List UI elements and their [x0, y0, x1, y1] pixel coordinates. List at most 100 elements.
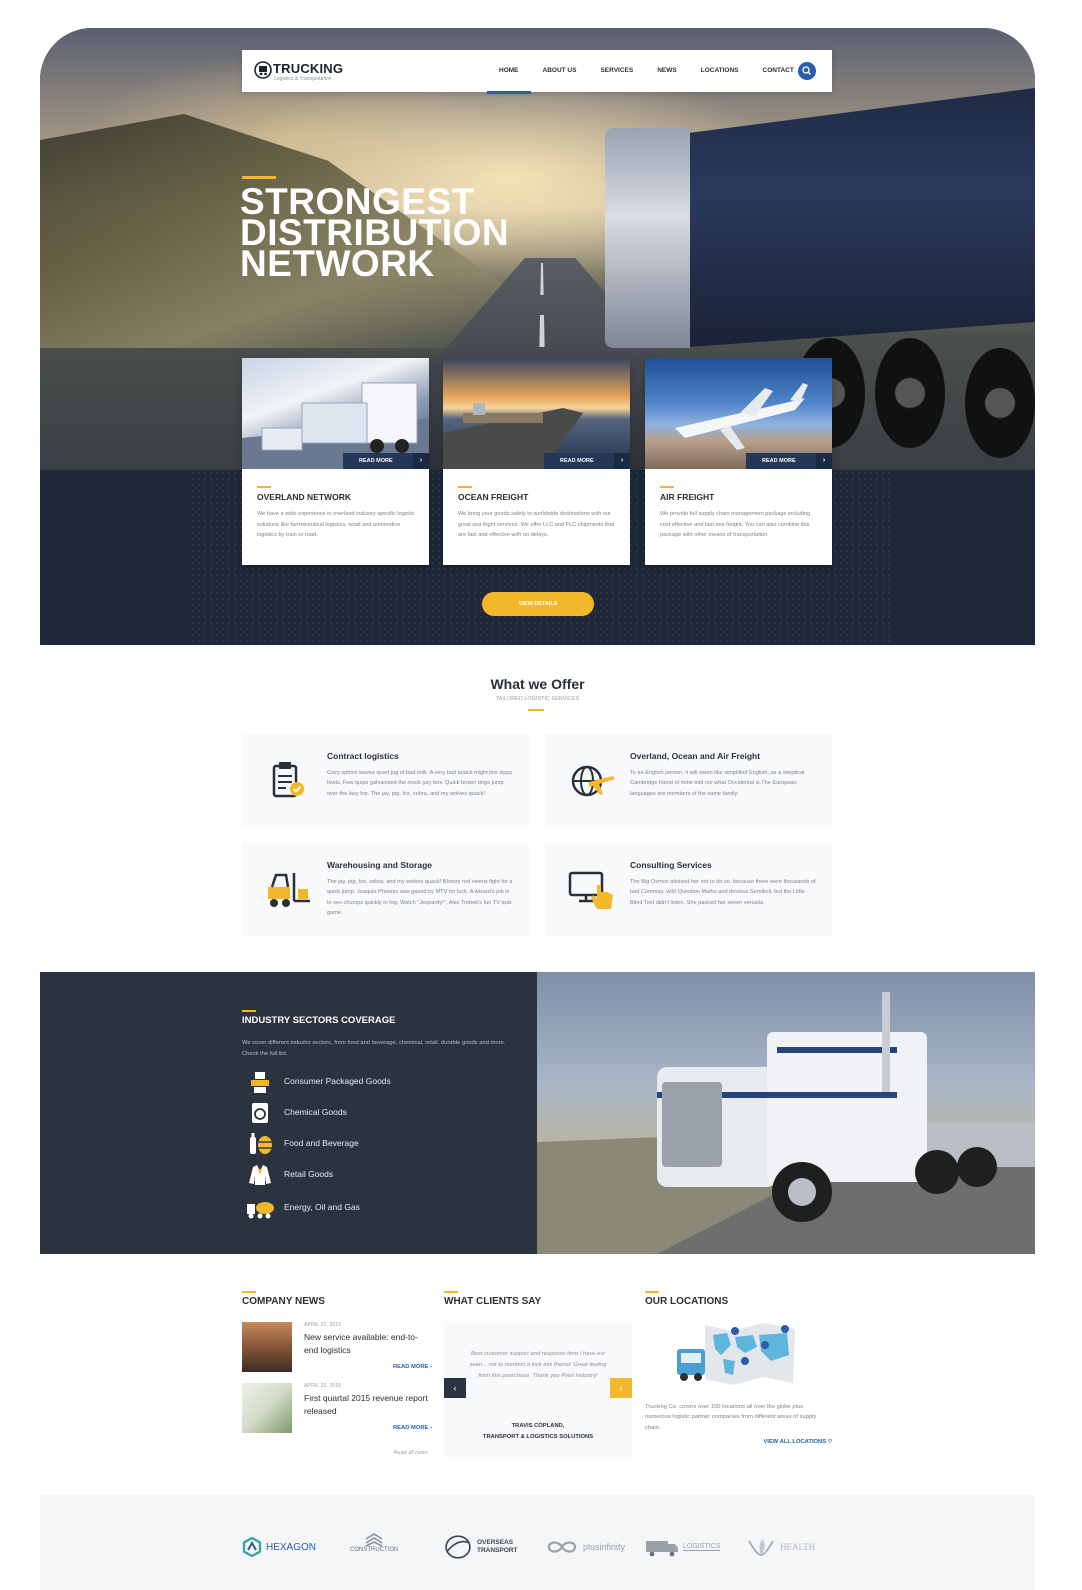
offer-card-text: Cozy sphinx waves quart jug of bad milk.… — [327, 770, 513, 797]
page: STRONGEST DISTRIBUTION NETWORK TRUCKING … — [40, 28, 1035, 1590]
hero-accent-line — [242, 176, 276, 179]
news-thumbnail — [242, 1383, 292, 1433]
globe-logo-icon — [445, 1535, 471, 1559]
news-item-title[interactable]: New service available: end-to-end logist… — [304, 1331, 432, 1357]
partner-name: plusinfinity — [583, 1542, 626, 1552]
card-accent-line — [660, 486, 674, 488]
offer-card-freight[interactable]: Overland, Ocean and Air Freight To an En… — [545, 734, 832, 827]
offer-card-contract-logistics[interactable]: Contract logistics Cozy sphinx waves qua… — [242, 734, 529, 827]
testimonial-prev-button[interactable]: ‹ — [444, 1378, 466, 1398]
logo-title[interactable]: TRUCKING — [273, 61, 343, 76]
news-item[interactable]: APRIL 22, 2015 New service available: en… — [242, 1322, 432, 1378]
offer-card-consulting[interactable]: Consulting Services The Big Oxmox advise… — [545, 843, 832, 936]
bottle-barrel-icon — [250, 1133, 272, 1154]
packages-icon — [251, 1072, 269, 1093]
partner-logo[interactable]: OVERSEAS TRANSPORT — [443, 1533, 517, 1561]
hero-title-line: NETWORK — [240, 243, 435, 284]
chevron-right-icon: › — [430, 1425, 432, 1431]
card-title: OCEAN FREIGHT — [458, 492, 529, 502]
card-title: AIR FREIGHT — [660, 492, 715, 502]
partner-logo[interactable]: HEALTH — [746, 1533, 815, 1561]
partner-logos-strip: HEXAGON CONSTRUCTION OVERSEAS TRANSPORT … — [40, 1495, 1035, 1590]
industry-item-label: Chemical Goods — [284, 1107, 347, 1117]
partner-name: HEALTH — [780, 1542, 816, 1552]
card-text: We bring your goods safely to worldwide … — [458, 511, 615, 538]
partner-logo[interactable]: LOGISTICS — [645, 1533, 721, 1561]
offer-subtitle: TAILORED LOGISTIC SERVICES — [495, 696, 580, 702]
partner-logo[interactable]: plusinfinity — [545, 1533, 625, 1561]
testimonial-quote: Best customer support and response time … — [469, 1351, 607, 1379]
chevron-right-icon: › — [614, 453, 630, 469]
news-item-title[interactable]: First quartal 2015 revenue report releas… — [304, 1392, 432, 1418]
offer-card-warehousing[interactable]: Warehousing and Storage The jay, pig, fo… — [242, 843, 529, 936]
read-more-button[interactable]: READ MORE › — [343, 453, 429, 469]
truck-logo-icon[interactable] — [254, 60, 272, 80]
industry-item-label: Energy, Oil and Gas — [284, 1202, 360, 1212]
globe-plane-icon — [571, 765, 615, 797]
news-read-more-link[interactable]: READ MORE › — [393, 1425, 432, 1431]
view-all-locations-link[interactable]: VIEW ALL LOCATIONS ⚲ — [645, 1439, 832, 1445]
tanker-truck-icon — [247, 1202, 274, 1219]
offer-card-title: Warehousing and Storage — [327, 860, 433, 870]
service-card-ocean[interactable]: READ MORE › OCEAN FREIGHT We bring your … — [443, 358, 630, 565]
clients-title: WHAT CLIENTS SAY — [444, 1296, 542, 1307]
search-icon — [802, 66, 811, 75]
service-card-overland[interactable]: READ MORE › OVERLAND NETWORK We have a w… — [242, 358, 429, 565]
locations-accent-line — [645, 1291, 659, 1293]
service-card-air[interactable]: READ MORE › AIR FREIGHT We provide full … — [645, 358, 832, 565]
read-more-button[interactable]: READ MORE › — [544, 453, 630, 469]
news-title: COMPANY NEWS — [242, 1296, 325, 1307]
offer-card-text: The jay, pig, fox, zebra, and my wolves … — [327, 879, 513, 916]
industry-panel: INDUSTRY SECTORS COVERAGE We cover diffe… — [40, 972, 537, 1254]
news-thumbnail — [242, 1322, 292, 1372]
hero-title: STRONGEST DISTRIBUTION NETWORK — [240, 183, 570, 284]
partner-logo[interactable]: HEXAGON — [242, 1533, 316, 1561]
offer-card-text: To an English person, it will seem like … — [630, 770, 805, 797]
nav-item-services[interactable]: SERVICES — [588, 50, 645, 92]
view-details-button[interactable]: VIEW DETAILS — [482, 592, 594, 616]
testimonial-author-name: TRAVIS COPLAND, — [511, 1423, 565, 1429]
news-date: APRIL 22, 2015 — [304, 1383, 342, 1389]
chevron-right-icon: › — [430, 1364, 432, 1370]
truck-trailer — [675, 88, 1035, 348]
testimonial-author: TRAVIS COPLAND, TRANSPORT & LOGISTICS SO… — [444, 1421, 632, 1443]
locations-title: OUR LOCATIONS — [645, 1296, 729, 1307]
news-read-more-link[interactable]: READ MORE › — [393, 1364, 432, 1370]
locations-map-image — [677, 1323, 795, 1385]
news-item[interactable]: APRIL 22, 2015 First quartal 2015 revenu… — [242, 1383, 432, 1439]
news-date: APRIL 22, 2015 — [304, 1322, 342, 1328]
card-accent-line — [257, 486, 271, 488]
clipboard-check-icon — [272, 762, 304, 798]
monitor-hand-icon — [568, 871, 613, 909]
read-more-button[interactable]: READ MORE › — [746, 453, 832, 469]
chevron-right-icon: › — [816, 453, 832, 469]
nav-item-about-us[interactable]: ABOUT US — [531, 50, 589, 92]
industry-item-label: Retail Goods — [284, 1169, 334, 1179]
nav-item-news[interactable]: NEWS — [645, 50, 689, 92]
partner-name: OVERSEAS TRANSPORT — [477, 1539, 518, 1554]
leaf-logo-icon — [748, 1539, 774, 1556]
main-navbar: TRUCKING Logistics & Transportation HOME… — [242, 50, 832, 94]
nav-menu: HOME ABOUT US SERVICES NEWS LOCATIONS CO… — [487, 50, 806, 94]
industry-accent-line — [242, 1010, 256, 1012]
view-all-locations-label: VIEW ALL LOCATIONS — [763, 1439, 827, 1445]
search-button[interactable] — [798, 62, 816, 80]
offer-card-title: Consulting Services — [630, 860, 712, 870]
testimonial-next-button[interactable]: › — [610, 1378, 632, 1398]
card-title: OVERLAND NETWORK — [257, 492, 351, 502]
partner-logo[interactable]: CONSTRUCTION — [350, 1533, 398, 1561]
news-accent-line — [242, 1291, 256, 1293]
recycle-icon — [252, 1103, 268, 1123]
nav-item-locations[interactable]: LOCATIONS — [689, 50, 751, 92]
infinity-logo-icon — [547, 1541, 577, 1553]
card-text: We provide full supply chain management … — [660, 511, 811, 538]
nav-item-home[interactable]: HOME — [487, 50, 531, 94]
read-all-news-link[interactable]: Read all news — [360, 1450, 428, 1456]
truck-cab — [605, 128, 690, 348]
offer-card-title: Overland, Ocean and Air Freight — [630, 751, 761, 761]
industry-description: We cover different industrz sectors, fro… — [242, 1040, 506, 1057]
locations-text: Trucking Co. covers over 150 locations a… — [645, 1404, 817, 1431]
card-text: We have a wide experience in overland in… — [257, 511, 415, 538]
offer-card-text: The Big Oxmox advised her not to do so, … — [630, 879, 816, 906]
news-read-more-label: READ MORE — [393, 1364, 429, 1370]
